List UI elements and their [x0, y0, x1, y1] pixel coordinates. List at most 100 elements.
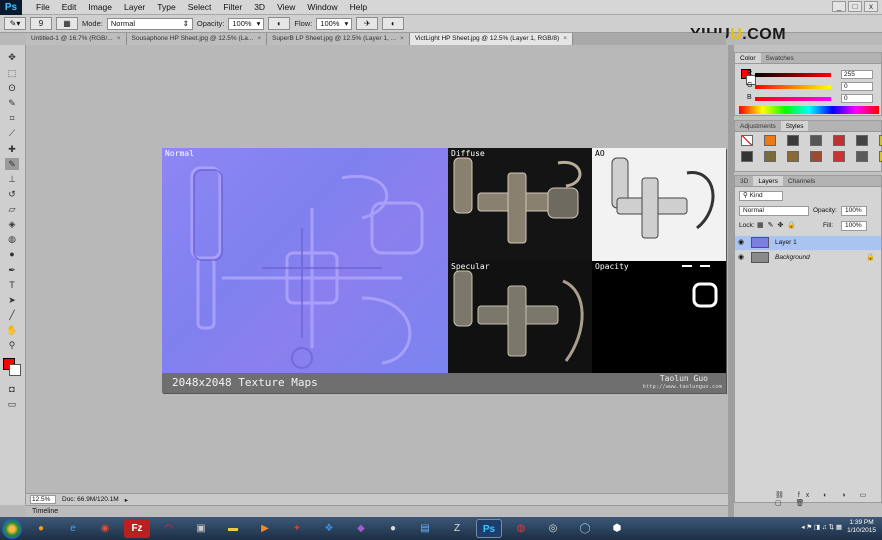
doc-tab[interactable]: SuperB LP Sheet.jpg @ 12.5% (Layer 1, ..…	[267, 33, 410, 45]
menu-help[interactable]: Help	[344, 2, 373, 12]
brush-panel-toggle-icon[interactable]: ▦	[56, 17, 78, 30]
clone-stamp-tool-icon[interactable]: ⊥	[5, 173, 19, 185]
chrome-icon[interactable]: ◉	[92, 519, 118, 538]
sync-app-icon[interactable]: ◠	[156, 519, 182, 538]
flow-field[interactable]: 100% ▾	[316, 17, 353, 30]
screen-mode-icon[interactable]: ▭	[5, 398, 19, 410]
timeline-panel-tab[interactable]: Timeline	[26, 505, 728, 517]
mode-dropdown[interactable]: Normal ⇕	[106, 17, 193, 30]
photoshop-taskbar-icon[interactable]: Ps	[476, 519, 502, 538]
doc-tab[interactable]: Untitled-1 @ 16.7% (RGB/... ×	[26, 33, 127, 45]
tray-icons[interactable]: ◂ ⚑ ◨ ♫ ⇅ ▦	[801, 523, 842, 531]
close-icon[interactable]: ×	[563, 33, 567, 45]
doc-tab-active[interactable]: VictLight HP Sheet.jpg @ 12.5% (Layer 1,…	[409, 33, 574, 45]
app-icon[interactable]: ●	[380, 519, 406, 538]
crop-tool-icon[interactable]: ⌗	[5, 112, 19, 124]
menu-3d[interactable]: 3D	[248, 2, 271, 12]
hand-tool-icon[interactable]: ✋	[5, 324, 19, 336]
style-swatch[interactable]	[833, 151, 845, 162]
dropbox-icon[interactable]: ❖	[316, 519, 342, 538]
marquee-tool-icon[interactable]: ⬚	[5, 67, 19, 79]
style-swatch[interactable]	[764, 135, 776, 146]
tab-swatches[interactable]: Swatches	[761, 53, 799, 63]
screen-app-icon[interactable]: ▣	[188, 519, 214, 538]
background-color-swatch[interactable]	[9, 364, 21, 376]
style-swatch[interactable]	[810, 135, 822, 146]
quick-mask-icon[interactable]: ◘	[5, 383, 19, 395]
app-icon[interactable]: ◆	[348, 519, 374, 538]
layer-name[interactable]: Layer 1	[775, 239, 797, 246]
close-icon[interactable]: ×	[400, 33, 404, 45]
green-value-field[interactable]: 0	[841, 82, 873, 91]
visibility-eye-icon[interactable]: ◉	[738, 254, 746, 261]
style-swatch[interactable]	[787, 135, 799, 146]
red-slider[interactable]	[755, 73, 831, 77]
pen-tool-icon[interactable]: ✒	[5, 264, 19, 276]
app-icon[interactable]: ◯	[572, 519, 598, 538]
lasso-tool-icon[interactable]: ʘ	[5, 82, 19, 94]
pressure-opacity-icon[interactable]: ◐	[268, 17, 291, 30]
layer-row[interactable]: ◉ Background 🔒	[735, 251, 881, 265]
menu-layer[interactable]: Layer	[118, 2, 151, 12]
path-select-tool-icon[interactable]: ➤	[5, 294, 19, 306]
lock-icons[interactable]: ▦✎✥🔒	[757, 221, 800, 229]
airbrush-icon[interactable]: ✈	[356, 17, 379, 30]
style-none-swatch[interactable]	[741, 135, 753, 146]
paint-bucket-tool-icon[interactable]: ◈	[5, 218, 19, 230]
menu-image[interactable]: Image	[82, 2, 118, 12]
layer-name[interactable]: Background	[775, 254, 810, 261]
eyedropper-tool-icon[interactable]: ⟋	[5, 127, 19, 139]
layer-opacity-field[interactable]: 100%	[841, 206, 867, 216]
blur-tool-icon[interactable]: ◍	[5, 233, 19, 245]
color-spectrum[interactable]	[739, 106, 879, 114]
blue-value-field[interactable]: 0	[841, 94, 873, 103]
monitor-icon[interactable]: ▤	[412, 519, 438, 538]
status-menu-arrow-icon[interactable]: ▸	[125, 496, 128, 504]
red-value-field[interactable]: 255	[841, 70, 873, 79]
brush-tool-icon[interactable]: ✎	[5, 158, 19, 170]
healing-brush-tool-icon[interactable]: ✚	[5, 143, 19, 155]
filezilla-icon[interactable]: Fz	[124, 519, 150, 538]
folder-icon[interactable]: ▬	[220, 519, 246, 538]
menu-window[interactable]: Window	[301, 2, 343, 12]
document-canvas[interactable]: Normal Diffuse AO Specular Opacity 2048x…	[162, 148, 726, 393]
line-tool-icon[interactable]: ╱	[5, 309, 19, 321]
brush-size-picker[interactable]: 9	[30, 17, 52, 30]
layer-actions-toolbar[interactable]: ⛓ fx ◐ ◑ ▭ ▢ 🗑	[775, 491, 881, 507]
style-swatch[interactable]	[856, 151, 868, 162]
layer-row[interactable]: ◉ Layer 1	[735, 236, 881, 250]
firefox-icon[interactable]: ●	[28, 519, 54, 538]
tab-layers[interactable]: Layers	[753, 176, 783, 186]
move-tool-icon[interactable]: ✥	[5, 51, 19, 63]
style-swatch[interactable]	[741, 151, 753, 162]
dodge-tool-icon[interactable]: ●	[5, 248, 19, 260]
style-swatch[interactable]	[833, 135, 845, 146]
app-icon[interactable]: ◍	[508, 519, 534, 538]
opacity-field[interactable]: 100% ▾	[228, 17, 265, 30]
tab-channels[interactable]: Channels	[783, 176, 820, 186]
media-player-icon[interactable]: ▶	[252, 519, 278, 538]
style-swatch[interactable]	[856, 135, 868, 146]
menu-view[interactable]: View	[271, 2, 301, 12]
tab-styles[interactable]: Styles	[780, 121, 809, 131]
zbrush-icon[interactable]: Z	[444, 519, 470, 538]
close-icon[interactable]: ×	[257, 33, 261, 45]
type-tool-icon[interactable]: T	[5, 279, 19, 291]
canvas-area[interactable]: Normal Diffuse AO Specular Opacity 2048x…	[26, 45, 728, 493]
style-swatch[interactable]	[764, 151, 776, 162]
style-swatch[interactable]	[787, 151, 799, 162]
history-brush-tool-icon[interactable]: ↺	[5, 188, 19, 200]
close-icon[interactable]: ×	[117, 33, 121, 45]
tab-adjustments[interactable]: Adjustments	[735, 121, 781, 131]
menu-edit[interactable]: Edit	[56, 2, 83, 12]
zoom-tool-icon[interactable]: ⚲	[5, 339, 19, 351]
style-swatch[interactable]	[810, 151, 822, 162]
blue-slider[interactable]	[755, 97, 831, 101]
app-icon[interactable]: ◎	[540, 519, 566, 538]
app-icon[interactable]: ✦	[284, 519, 310, 538]
menu-file[interactable]: File	[30, 2, 56, 12]
visibility-eye-icon[interactable]: ◉	[738, 239, 746, 246]
blend-mode-dropdown[interactable]: Normal	[739, 206, 809, 216]
minimize-button[interactable]: _	[832, 1, 846, 12]
pressure-size-icon[interactable]: ◐	[382, 17, 405, 30]
